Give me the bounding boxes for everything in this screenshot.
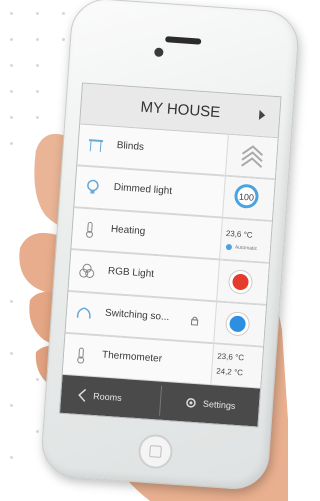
- gear-icon: [186, 398, 196, 408]
- rooms-label: Rooms: [92, 391, 123, 403]
- page-title: MY HOUSE: [140, 98, 221, 122]
- socket-toggle-button[interactable]: [225, 312, 250, 336]
- next-arrow-icon[interactable]: [258, 109, 266, 121]
- home-square-icon: [149, 445, 162, 458]
- camera: [154, 47, 164, 58]
- dimmer-value: 100: [238, 191, 255, 203]
- thermometer-values: 23,6 °C 24,2 °C: [210, 344, 264, 388]
- dimmer-control[interactable]: 100: [222, 176, 276, 221]
- chevrons-up-icon: [241, 145, 264, 168]
- row-label: Thermometer: [101, 349, 163, 365]
- lock-icon: [190, 316, 199, 326]
- row-label: RGB Light: [107, 265, 155, 280]
- phone: MY HOUSE Blinds Dimmed light 100 Heating…: [39, 0, 301, 492]
- speaker-grille: [165, 36, 202, 45]
- dimmer-ring[interactable]: 100: [233, 183, 260, 210]
- socket-control[interactable]: [213, 302, 267, 346]
- rgb-icon: [79, 263, 95, 278]
- rgb-control[interactable]: [216, 260, 270, 304]
- settings-label: Settings: [202, 398, 236, 411]
- temp-value-1: 23,6 °C: [216, 351, 245, 363]
- heating-temp: 23,6 °C: [225, 228, 253, 240]
- row-label: Blinds: [116, 140, 145, 153]
- bulb-icon: [87, 179, 99, 194]
- blinds-icon: [88, 139, 104, 152]
- app-screen: MY HOUSE Blinds Dimmed light 100 Heating…: [58, 82, 282, 428]
- row-label: Dimmed light: [113, 181, 173, 198]
- row-label: Heating: [110, 223, 146, 238]
- settings-button[interactable]: Settings: [162, 388, 256, 420]
- blinds-control[interactable]: [224, 134, 279, 179]
- temp-value-2: 24,2 °C: [215, 366, 244, 378]
- heating-control[interactable]: 23,6 °C Automatic: [219, 218, 273, 263]
- chevron-left-icon: [78, 388, 87, 402]
- home-button[interactable]: [137, 433, 174, 470]
- rgb-color-button[interactable]: [228, 270, 253, 294]
- socket-icon: [76, 307, 91, 319]
- status-dot: [225, 243, 233, 251]
- thermometer-icon: [77, 347, 85, 364]
- heating-mode: Automatic: [234, 244, 258, 253]
- rooms-button[interactable]: Rooms: [64, 381, 158, 413]
- row-label: Switching so...: [104, 307, 170, 324]
- thermometer-icon: [85, 221, 93, 238]
